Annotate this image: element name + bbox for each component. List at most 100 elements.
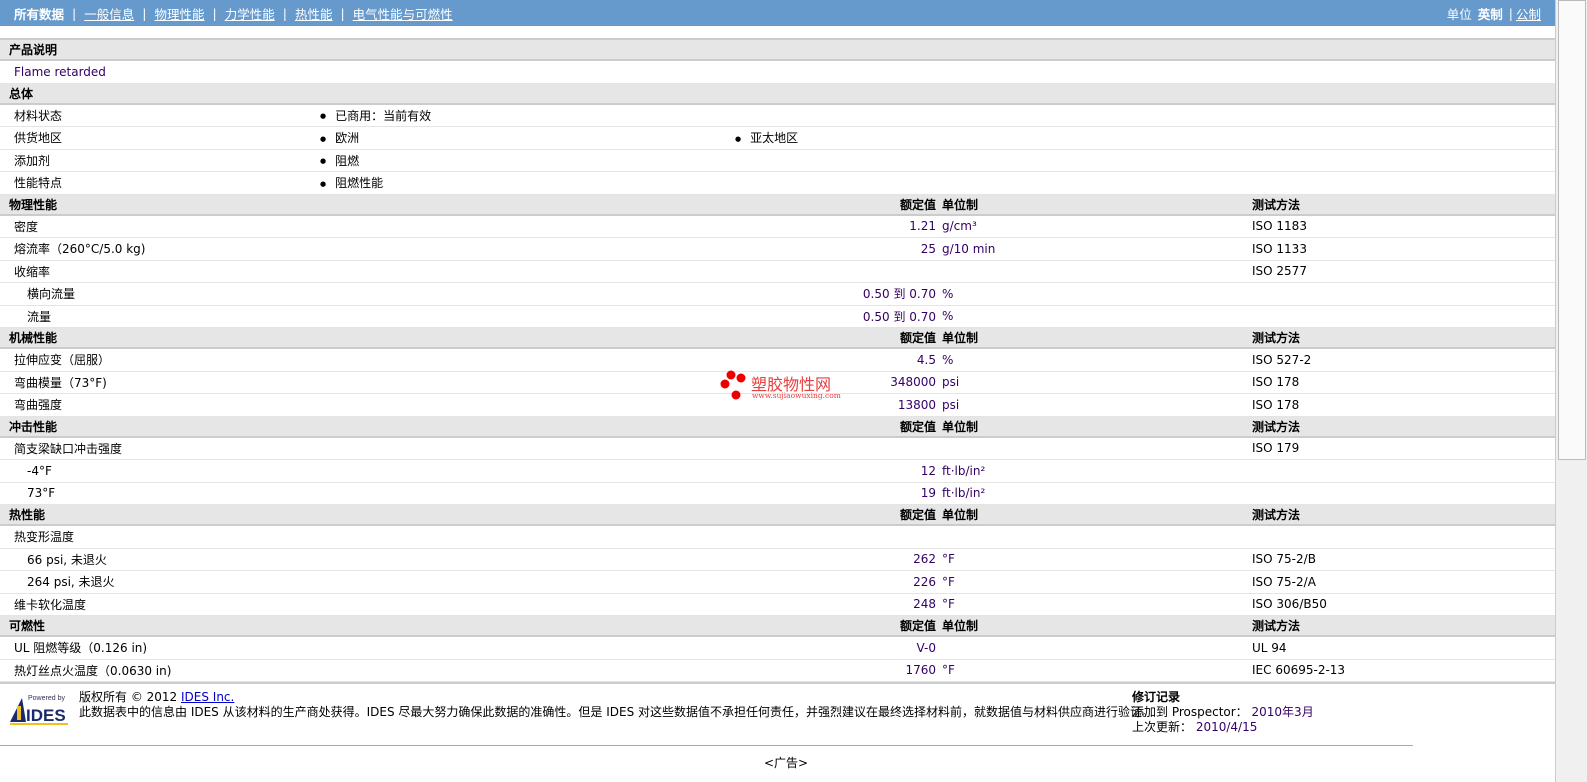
property-value: 13800	[897, 397, 936, 412]
property-label: 熔流率（260°C/5.0 kg)	[14, 242, 146, 257]
table-row: 热变形温度	[0, 526, 1555, 549]
tab-thermal[interactable]: 热性能	[295, 4, 333, 23]
general-row: 添加剂 阻燃	[0, 150, 1555, 172]
property-unit: °F	[942, 597, 955, 612]
method-column-header: 测试方法	[1252, 197, 1301, 212]
updated-value: 2010/4/15	[1195, 720, 1258, 734]
property-value: 0.50 到 0.70	[862, 309, 936, 324]
property-value: 19	[920, 486, 936, 501]
test-method: ISO 75-2/A	[1252, 574, 1316, 589]
property-unit: %	[942, 309, 954, 324]
property-label: 收缩率	[14, 264, 51, 279]
property-label: 流量	[27, 309, 52, 324]
bullet-value: 欧洲	[320, 129, 359, 146]
test-method: ISO 1133	[1252, 241, 1307, 256]
bullet-value: 已商用：当前有效	[320, 107, 431, 124]
property-label: 弯曲模量（73°F)	[14, 375, 107, 390]
tab-electrical-flammability[interactable]: 电气性能与可燃性	[353, 4, 453, 23]
property-unit: °F	[942, 552, 955, 567]
table-row: 流量 0.50 到 0.70%	[0, 306, 1555, 328]
general-row: 材料状态 已商用：当前有效	[0, 105, 1555, 127]
property-label: -4°F	[27, 463, 52, 478]
disclaimer: 此数据表中的信息由 IDES 从该材料的生产商处获得。IDES 尽最大努力确保此…	[79, 705, 1155, 719]
table-row: 简支梁缺口冲击强度 ISO 179	[0, 438, 1555, 460]
table-row: 横向流量 0.50 到 0.70%	[0, 283, 1555, 306]
value-column-header: 额定值	[899, 508, 936, 522]
property-label: UL 阻燃等级（0.126 in)	[14, 641, 148, 656]
property-value: V-0	[916, 640, 936, 655]
value-column-header: 额定值	[899, 197, 936, 212]
property-value: 12	[920, 463, 936, 478]
section-header: 冲击性能 额定值 单位制 测试方法	[0, 416, 1555, 438]
revision-title: 修订记录	[1132, 690, 1181, 704]
property-label: 添加剂	[14, 153, 51, 168]
test-method: ISO 527-2	[1252, 352, 1312, 367]
property-label: 弯曲强度	[14, 398, 63, 413]
property-label: 密度	[14, 219, 39, 234]
added-label: 添加到 Prospector：	[1132, 705, 1248, 719]
table-row: 弯曲强度 13800 psi ISO 178	[0, 394, 1555, 417]
property-unit: psi	[942, 375, 960, 390]
test-method: IEC 60695-2-13	[1252, 663, 1346, 678]
nav-bar: 所有数据 | 一般信息 | 物理性能 | 力学性能 | 热性能 | 电气性能与可燃性 单位…	[0, 0, 1555, 26]
footer: Powered by IDES 版权所有 © 2012 IDES Inc. 此数…	[0, 682, 1555, 746]
bullet-value: 阻燃	[320, 152, 359, 169]
method-column-header: 测试方法	[1252, 419, 1301, 434]
method-column-header: 测试方法	[1252, 619, 1301, 633]
units-label: 单位	[1446, 6, 1472, 22]
property-value: 1.21	[909, 219, 936, 234]
section-title: 冲击性能	[9, 419, 58, 434]
table-row: 73°F 19 ft·lb/in²	[0, 483, 1555, 505]
updated-label: 上次更新：	[1132, 720, 1193, 734]
revision-history: 修订记录 添加到 Prospector： 2010年3月 上次更新： 2010/…	[1132, 690, 1314, 735]
value-column-header: 额定值	[899, 419, 936, 434]
test-method: ISO 1183	[1252, 219, 1307, 234]
property-unit: °F	[942, 663, 955, 678]
section-header: 总体	[0, 83, 1555, 105]
section-title: 机械性能	[9, 331, 58, 345]
test-method: ISO 75-2/B	[1252, 552, 1316, 567]
property-unit: ft·lb/in²	[942, 463, 986, 478]
property-label: 性能特点	[14, 176, 63, 191]
tab-general[interactable]: 一般信息	[84, 4, 134, 23]
unit-column-header: 单位制	[942, 331, 979, 345]
property-label: 66 psi, 未退火	[27, 552, 107, 567]
tab-all-data[interactable]: 所有数据	[14, 4, 64, 23]
datasheet-page: 所有数据 | 一般信息 | 物理性能 | 力学性能 | 热性能 | 电气性能与可燃性 单位…	[0, 0, 1555, 782]
vertical-scrollbar[interactable]	[1555, 0, 1587, 782]
property-value: 226	[913, 574, 936, 589]
ides-link[interactable]: IDES Inc.	[181, 690, 234, 704]
property-label: 264 psi, 未退火	[27, 575, 115, 590]
property-value: 248	[913, 597, 936, 612]
table-row: 密度 1.21 g/cm³ ISO 1183	[0, 216, 1555, 238]
table-row: 66 psi, 未退火 262 °F ISO 75-2/B	[0, 549, 1555, 571]
table-row: 热灯丝点火温度（0.0630 in) 1760 °F IEC 60695-2-13	[0, 660, 1555, 682]
property-label: 简支梁缺口冲击强度	[14, 441, 123, 456]
section-header: 热性能 额定值 单位制 测试方法	[0, 505, 1555, 526]
property-label: 热灯丝点火温度（0.0630 in)	[14, 663, 172, 678]
method-column-header: 测试方法	[1252, 331, 1301, 345]
property-label: 供货地区	[14, 131, 63, 146]
table-row: UL 阻燃等级（0.126 in) V-0 UL 94	[0, 637, 1555, 660]
test-method: ISO 178	[1252, 397, 1300, 412]
section-title: 可燃性	[9, 619, 46, 633]
tab-physical[interactable]: 物理性能	[154, 4, 204, 23]
property-value: 1760	[905, 663, 936, 678]
unit-column-header: 单位制	[942, 619, 979, 633]
unit-metric-link[interactable]: 公制	[1516, 4, 1541, 23]
test-method: ISO 179	[1252, 441, 1300, 456]
property-value: 4.5	[916, 352, 936, 367]
test-method: ISO 2577	[1252, 264, 1307, 279]
svg-text:IDES: IDES	[26, 706, 66, 725]
section-header: 产品说明	[0, 40, 1555, 61]
table-row: 收缩率 ISO 2577	[0, 261, 1555, 283]
property-table: 产品说明 Flame retarded 总体材料状态 已商用：当前有效供货地区 欧洲 亚太…	[0, 40, 1555, 682]
description-row: Flame retarded	[0, 61, 1555, 84]
tab-mechanical[interactable]: 力学性能	[225, 4, 275, 23]
table-row: 264 psi, 未退火 226 °F ISO 75-2/A	[0, 571, 1555, 594]
property-label: 横向流量	[27, 287, 76, 302]
section-header: 可燃性 额定值 单位制 测试方法	[0, 616, 1555, 637]
property-unit: %	[942, 286, 954, 301]
scrollbar-thumb[interactable]	[1558, 0, 1586, 460]
property-label: 拉伸应变（屈服）	[14, 353, 111, 368]
